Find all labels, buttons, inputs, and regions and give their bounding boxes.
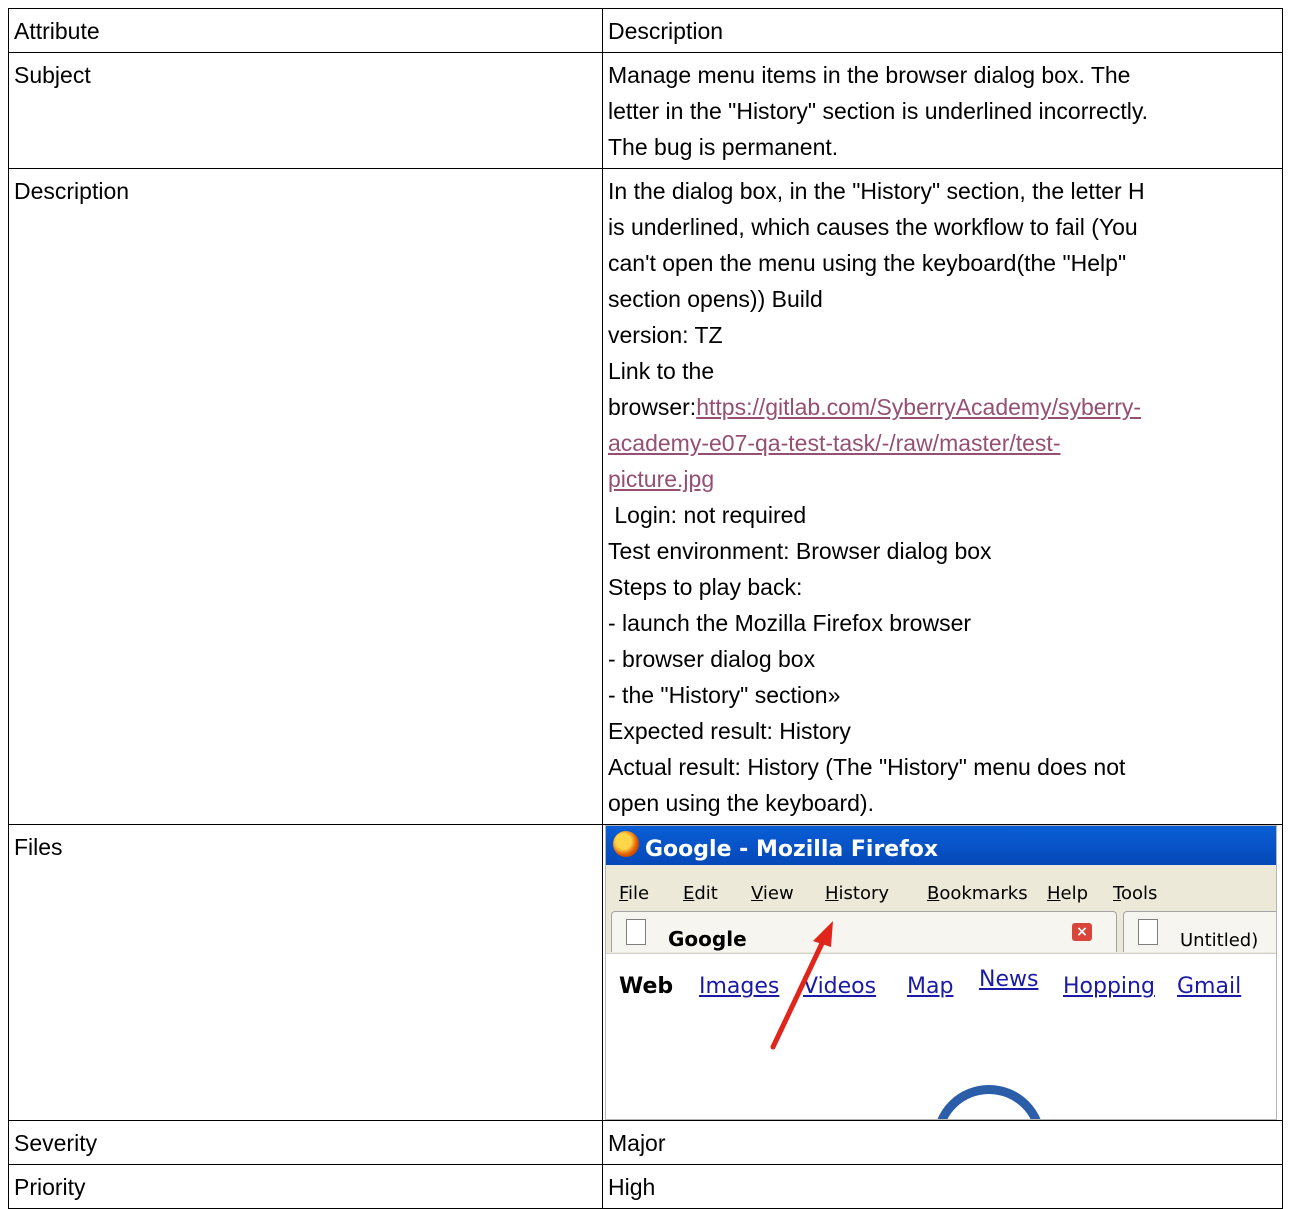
link-line: browser:https://gitlab.com/SyberryAcadem… (608, 389, 1278, 425)
priority-label: Priority (8, 1164, 603, 1209)
browser-link[interactable]: https://gitlab.com/SyberryAcademy/syberr… (696, 394, 1141, 420)
bug-report-table: Attribute Description Subject Manage men… (8, 8, 1283, 1209)
description-line: - browser dialog box (608, 646, 816, 672)
description-line: Login: not required (608, 502, 807, 528)
subject-line: Manage menu items in the browser dialog … (608, 62, 1131, 88)
description-header: Description (602, 8, 1283, 53)
subject-line: The bug is permanent. (608, 134, 839, 160)
description-line: Test environment: Browser dialog box (608, 538, 992, 564)
link-line: academy-e07-qa-test-task/-/raw/master/te… (608, 425, 1278, 461)
severity-label: Severity (8, 1120, 603, 1165)
priority-value: High (602, 1164, 1283, 1209)
table-row-priority: Priority High (8, 1164, 1283, 1209)
link-line: picture.jpg (608, 461, 1278, 497)
arrow-head-icon (813, 921, 833, 947)
red-arrow-annotation (770, 921, 833, 1050)
description-line: open using the keyboard). (608, 790, 874, 816)
description-line: - launch the Mozilla Firefox browser (608, 610, 972, 636)
description-line: Actual result: History (The "History" me… (608, 754, 1126, 780)
description-label: Description (8, 168, 603, 825)
attribute-header: Attribute (8, 8, 603, 53)
browser-link[interactable]: academy-e07-qa-test-task/-/raw/master/te… (608, 430, 1060, 456)
table-row-files: Files Google - Mozilla Firefox File Edit… (8, 824, 1283, 1121)
description-line: Link to the (608, 358, 715, 384)
description-line: Expected result: History (608, 718, 851, 744)
table-row-severity: Severity Major (8, 1120, 1283, 1165)
browser-link[interactable]: picture.jpg (608, 466, 714, 492)
table-row-header: Attribute Description (8, 8, 1283, 53)
files-value: Google - Mozilla Firefox File Edit View … (602, 824, 1283, 1121)
firefox-screenshot: Google - Mozilla Firefox File Edit View … (605, 825, 1277, 1120)
description-line: Steps to play back: (608, 574, 803, 600)
description-line: version: TZ (608, 322, 723, 348)
subject-label: Subject (8, 52, 603, 169)
description-value: In the dialog box, in the "History" sect… (602, 168, 1283, 825)
files-label: Files (8, 824, 603, 1121)
severity-value: Major (602, 1120, 1283, 1165)
table-row-description: Description In the dialog box, in the "H… (8, 168, 1283, 825)
subject-line: letter in the "History" section is under… (608, 98, 1149, 124)
description-line: section opens)) Build (608, 286, 823, 312)
description-line: can't open the menu using the keyboard(t… (608, 250, 1127, 276)
link-prefix: browser: (608, 394, 697, 420)
table-row-subject: Subject Manage menu items in the browser… (8, 52, 1283, 169)
description-line: - the "History" section» (608, 682, 841, 708)
arrow-shaft (770, 934, 828, 1050)
description-line: is underlined, which causes the workflow… (608, 214, 1138, 240)
description-line: In the dialog box, in the "History" sect… (608, 178, 1145, 204)
subject-value: Manage menu items in the browser dialog … (602, 52, 1283, 169)
